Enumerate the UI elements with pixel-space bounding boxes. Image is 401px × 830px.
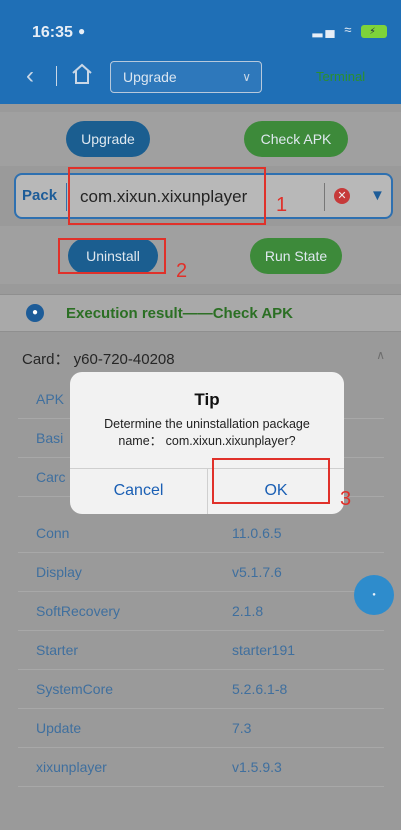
card-label: Card： y60-720-40208 (22, 351, 175, 368)
apk-version: 5.2.6.1-8 (232, 681, 288, 697)
apk-version: v1.5.9.3 (232, 759, 282, 775)
annotation-number-3: 3 (340, 488, 352, 510)
package-divider (66, 183, 67, 211)
apk-name: Starter (36, 642, 79, 658)
annotation-number-2: 2 (176, 260, 188, 282)
apk-name: SystemCore (36, 681, 114, 697)
list-item: Conn 11.0.6.5 (18, 514, 384, 553)
dialog-title: Tip (194, 390, 220, 409)
list-item: SystemCore 5.2.6.1-8 (18, 670, 384, 709)
function-select[interactable]: Upgrade ∨ (110, 61, 262, 93)
apk-version: v5.1.7.6 (232, 564, 282, 580)
back-icon[interactable]: ‹ (26, 62, 34, 90)
apk-version: 2.1.8 (232, 603, 264, 619)
apk-name: Carc (36, 469, 66, 485)
list-item: SoftRecovery 2.1.8 (18, 592, 384, 631)
function-select-value: Upgrade (123, 69, 177, 85)
execution-result-title: Execution result——Check APK (66, 305, 293, 322)
nav-divider (56, 66, 57, 86)
list-item: Update 7.3 (18, 709, 384, 748)
app-header: 16:35 ● ▂▄ ≈ ⚡ ‹ Upgrade ∨ Terminal (0, 0, 401, 104)
package-label: Pack (22, 187, 58, 204)
list-item: xixunplayer v1.5.9.3 (18, 748, 384, 787)
apk-version: 7.3 (232, 720, 252, 736)
apk-version: 11.0.6.5 (232, 525, 282, 541)
terminal-link[interactable]: Terminal (316, 69, 365, 84)
list-item: Display v5.1.7.6 (18, 553, 384, 592)
chevron-down-icon: ∨ (242, 70, 251, 84)
clear-icon[interactable]: ✕ (334, 188, 350, 204)
nav-bar: ‹ Upgrade ∨ Terminal (0, 58, 401, 98)
apk-name: Display (36, 564, 82, 580)
card-row[interactable]: Card： y60-720-40208 ∧ (0, 340, 401, 376)
battery-icon: ⚡ (361, 25, 387, 38)
apk-name: xixunplayer (36, 759, 107, 775)
annotation-number-1: 1 (276, 194, 288, 216)
user-icon: ● (78, 24, 86, 38)
status-bar: 16:35 ● ▂▄ ≈ ⚡ (0, 0, 401, 44)
annotation-box-1 (68, 167, 266, 225)
run-state-button[interactable]: Run State (250, 238, 342, 274)
status-icons: ▂▄ ≈ ⚡ (312, 22, 387, 38)
annotation-box-3 (212, 458, 330, 504)
dialog-message: Determine the uninstallation package nam… (70, 416, 344, 450)
upgrade-button[interactable]: Upgrade (66, 121, 150, 157)
apk-name: Basi (36, 430, 64, 446)
cancel-button[interactable]: Cancel (70, 468, 207, 514)
dialog-message-line-2: name： com.xixun.xixunplayer? (118, 434, 296, 448)
result-icon: ● (26, 304, 44, 322)
assistant-icon: ● (372, 592, 376, 598)
home-icon[interactable] (70, 62, 94, 91)
input-divider (324, 183, 325, 211)
execution-result-header: ● Execution result——Check APK (0, 294, 401, 332)
status-time: 16:35 (32, 24, 73, 41)
apk-name: APK (36, 391, 65, 407)
apk-version: starter191 (232, 642, 296, 658)
list-item: Starter starter191 (18, 631, 384, 670)
apk-name: SoftRecovery (36, 603, 121, 619)
apk-name: Update (36, 720, 82, 736)
dropdown-arrow-icon[interactable]: ▼ (370, 187, 385, 204)
wifi-icon: ≈ (344, 22, 355, 37)
annotation-box-2 (58, 238, 166, 274)
action-row-1: Upgrade Check APK (0, 112, 401, 166)
dialog-message-line-1: Determine the uninstallation package (104, 417, 310, 431)
floating-assistant-button[interactable]: ● (354, 575, 394, 615)
check-apk-button[interactable]: Check APK (244, 121, 348, 157)
apk-name: Conn (36, 525, 70, 541)
signal-icon: ▂▄ (312, 22, 338, 37)
chevron-up-icon[interactable]: ∧ (376, 348, 385, 362)
